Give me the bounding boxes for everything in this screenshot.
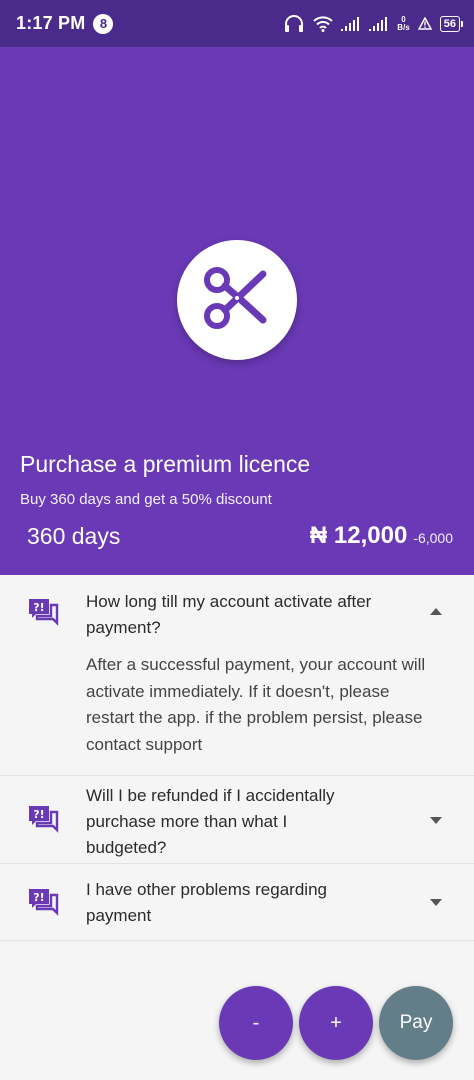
faq-answer: After a successful payment, your account…	[86, 655, 426, 754]
faq-question: Will I be refunded if I accidentally pur…	[86, 786, 335, 857]
notification-badge: 8	[93, 13, 114, 34]
faq-item[interactable]: ?! How long till my account activate aft…	[0, 575, 474, 776]
status-bar: 1:17 PM 8 0 B/s 56	[0, 0, 474, 47]
discount-amount: -6,000	[413, 530, 453, 546]
chevron-down-icon[interactable]	[430, 817, 442, 824]
svg-text:?!: ?!	[33, 601, 44, 614]
signal-2-icon	[369, 16, 389, 31]
status-icons: 0 B/s 56	[283, 14, 464, 33]
faq-item[interactable]: ?! Will I be refunded if I accidentally …	[0, 776, 474, 864]
pay-button[interactable]: Pay	[379, 986, 453, 1060]
plan-duration: 360 days	[27, 523, 121, 549]
faq-question: How long till my account activate after …	[86, 592, 372, 637]
page-title: Purchase a premium licence	[20, 451, 311, 477]
feedback-icon: ?!	[27, 887, 59, 922]
purchase-header: Purchase a premium licence Buy 360 days …	[0, 47, 474, 575]
net-speed-unit: B/s	[397, 22, 410, 32]
app-logo	[177, 240, 297, 360]
svg-text:?!: ?!	[33, 891, 44, 904]
status-time: 1:17 PM	[16, 13, 86, 33]
chevron-down-icon[interactable]	[430, 899, 442, 906]
faq-item[interactable]: ?! I have other problems regarding payme…	[0, 864, 474, 941]
price-block: ₦ 12,000 -6,000	[310, 522, 453, 550]
chevron-up-icon[interactable]	[430, 608, 442, 615]
feedback-icon: ?!	[27, 804, 59, 839]
headphones-icon	[283, 14, 305, 33]
net-speed: 0 B/s	[397, 15, 410, 32]
faq-question: I have other problems regarding payment	[86, 880, 327, 925]
svg-text:?!: ?!	[33, 808, 44, 821]
scissors-icon	[199, 260, 275, 341]
battery-indicator: 56	[439, 15, 464, 32]
warning-icon	[417, 17, 432, 30]
feedback-icon: ?!	[27, 597, 59, 632]
signal-icon	[341, 16, 361, 31]
wifi-icon	[313, 15, 333, 32]
page-subtitle: Buy 360 days and get a 50% discount	[20, 491, 272, 508]
decrease-button[interactable]: -	[219, 986, 293, 1060]
increase-button[interactable]: +	[299, 986, 373, 1060]
price: ₦ 12,000	[309, 522, 408, 549]
